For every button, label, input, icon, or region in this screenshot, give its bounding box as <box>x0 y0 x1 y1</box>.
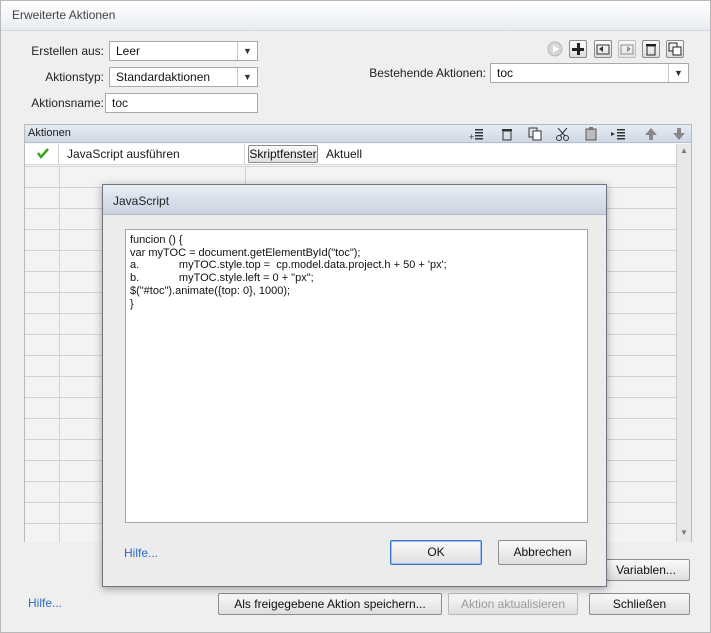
aktionsname-input[interactable]: toc <box>105 93 258 113</box>
move-up-icon[interactable] <box>643 126 659 142</box>
export-icon[interactable] <box>618 40 636 58</box>
aktionstyp-select[interactable]: Standardaktionen ▼ <box>109 67 258 87</box>
play-icon[interactable] <box>546 40 564 58</box>
ok-button[interactable]: OK <box>390 540 482 565</box>
copy-icon[interactable] <box>527 126 543 142</box>
delete-icon[interactable] <box>499 126 515 142</box>
check-icon <box>36 146 50 163</box>
close-button[interactable]: Schließen <box>589 593 690 615</box>
aktionstyp-value: Standardaktionen <box>116 70 211 84</box>
vertical-scrollbar[interactable]: ▲ ▼ <box>676 144 691 542</box>
aktionstyp-label: Aktionstyp: <box>45 70 104 84</box>
paste-icon[interactable] <box>583 126 599 142</box>
column-divider <box>59 166 60 542</box>
move-down-icon[interactable] <box>671 126 687 142</box>
row-action-label: JavaScript ausführen <box>67 147 180 161</box>
cancel-button[interactable]: Abbrechen <box>498 540 587 565</box>
insert-after-icon[interactable] <box>611 126 627 142</box>
scroll-up-icon[interactable]: ▲ <box>680 146 688 155</box>
variables-button[interactable]: Variablen... <box>602 559 690 581</box>
save-shared-action-button[interactable]: Als freigegebene Aktion speichern... <box>218 593 442 615</box>
chevron-down-icon: ▼ <box>668 64 688 82</box>
duplicate-icon[interactable] <box>666 40 684 58</box>
cut-icon[interactable] <box>555 126 571 142</box>
dialog-titlebar: JavaScript <box>103 185 606 215</box>
bestehende-label: Bestehende Aktionen: <box>369 66 486 80</box>
aktionsname-label: Aktionsname: <box>31 96 104 110</box>
script-window-button[interactable]: Skriptfenster <box>248 145 318 163</box>
scroll-down-icon[interactable]: ▼ <box>680 528 688 537</box>
bestehende-select[interactable]: toc ▼ <box>490 63 689 83</box>
update-action-button[interactable]: Aktion aktualisieren <box>448 593 578 615</box>
script-editor[interactable]: funcion () { var myTOC = document.getEle… <box>125 229 588 523</box>
javascript-dialog: JavaScript funcion () { var myTOC = docu… <box>102 184 607 587</box>
actions-header-label: Aktionen <box>28 127 71 139</box>
row-status-cell <box>25 144 59 164</box>
erstellen-select[interactable]: Leer ▼ <box>109 41 258 61</box>
help-link[interactable]: Hilfe... <box>28 596 62 610</box>
window-title: Erweiterte Aktionen <box>12 8 116 22</box>
actions-panel-header: Aktionen + <box>25 125 691 143</box>
bestehende-value: toc <box>497 66 514 80</box>
import-icon[interactable] <box>594 40 612 58</box>
svg-text:+: + <box>469 132 474 142</box>
chevron-down-icon: ▼ <box>237 42 257 60</box>
insert-icon[interactable]: + <box>469 126 485 142</box>
row-action-cell[interactable]: JavaScript ausführen <box>59 144 245 164</box>
dialog-help-link[interactable]: Hilfe... <box>124 546 158 560</box>
erstellen-value: Leer <box>116 44 141 58</box>
chevron-down-icon: ▼ <box>237 68 257 86</box>
add-icon[interactable] <box>569 40 587 58</box>
row-target-label: Aktuell <box>326 147 363 161</box>
table-row[interactable]: JavaScript ausführen Skriptfenster Aktue… <box>25 144 676 165</box>
delete-icon[interactable] <box>642 40 660 58</box>
dialog-title: JavaScript <box>113 194 170 208</box>
erstellen-label: Erstellen aus: <box>31 44 104 58</box>
